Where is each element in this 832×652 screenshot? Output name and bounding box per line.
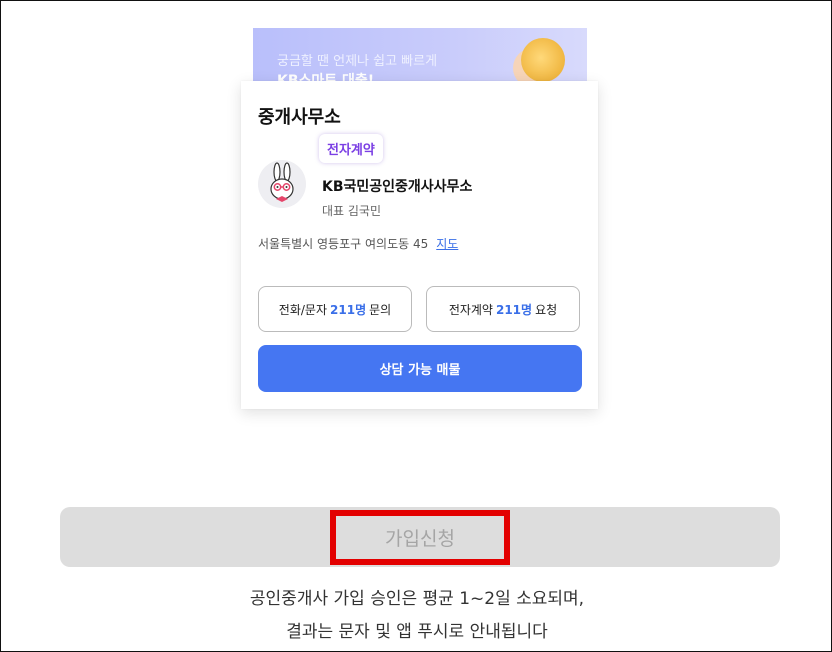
e-contract-request-button[interactable]: 전자계약 211명 요청 [426, 286, 580, 332]
office-address: 서울특별시 영등포구 여의도동 45 지도 [258, 235, 458, 252]
call-button-suffix: 문의 [369, 302, 392, 317]
signup-notice-line2: 결과는 문자 및 앱 푸시로 안내됩니다 [286, 622, 548, 642]
card-title: 중개사무소 [258, 107, 341, 128]
call-sms-button[interactable]: 전화/문자 211명 문의 [258, 286, 412, 332]
signup-label: 가입신청 [330, 509, 510, 565]
banner-line1: 궁금할 땐 언제나 쉽고 빠르게 [277, 54, 438, 69]
address-text: 서울특별시 영등포구 여의도동 45 [258, 237, 429, 251]
promo-banner[interactable]: 궁금할 땐 언제나 쉽고 빠르게 KB스마트 대출! [253, 28, 587, 86]
contract-button-count: 211명 [495, 302, 533, 317]
map-link[interactable]: 지도 [436, 237, 458, 251]
contract-button-prefix: 전자계약 [448, 302, 493, 317]
signup-notice-line1: 공인중개사 가입 승인은 평균 1~2일 소요되며, [249, 589, 585, 609]
agency-card: 중개사무소 전자계약 KB국민공인중개사사무소 대표 김국민 서울특별시 영등포… [241, 81, 598, 409]
page-frame: 궁금할 땐 언제나 쉽고 빠르게 KB스마트 대출! 중개사무소 전자계약 KB… [0, 0, 832, 652]
available-listings-button[interactable]: 상담 가능 매물 [258, 345, 582, 392]
call-button-prefix: 전화/문자 [278, 302, 328, 317]
signup-button[interactable]: 가입신청 [60, 507, 780, 567]
e-contract-badge: 전자계약 [319, 134, 383, 163]
rabbit-mascot-icon [258, 160, 306, 208]
avatar [258, 160, 306, 208]
call-button-count: 211명 [330, 302, 367, 317]
ceo-name: 대표 김국민 [322, 204, 382, 218]
contract-button-suffix: 요청 [535, 302, 558, 317]
coin-hand-icon [521, 38, 565, 82]
office-name: KB국민공인중개사사무소 [322, 179, 473, 195]
